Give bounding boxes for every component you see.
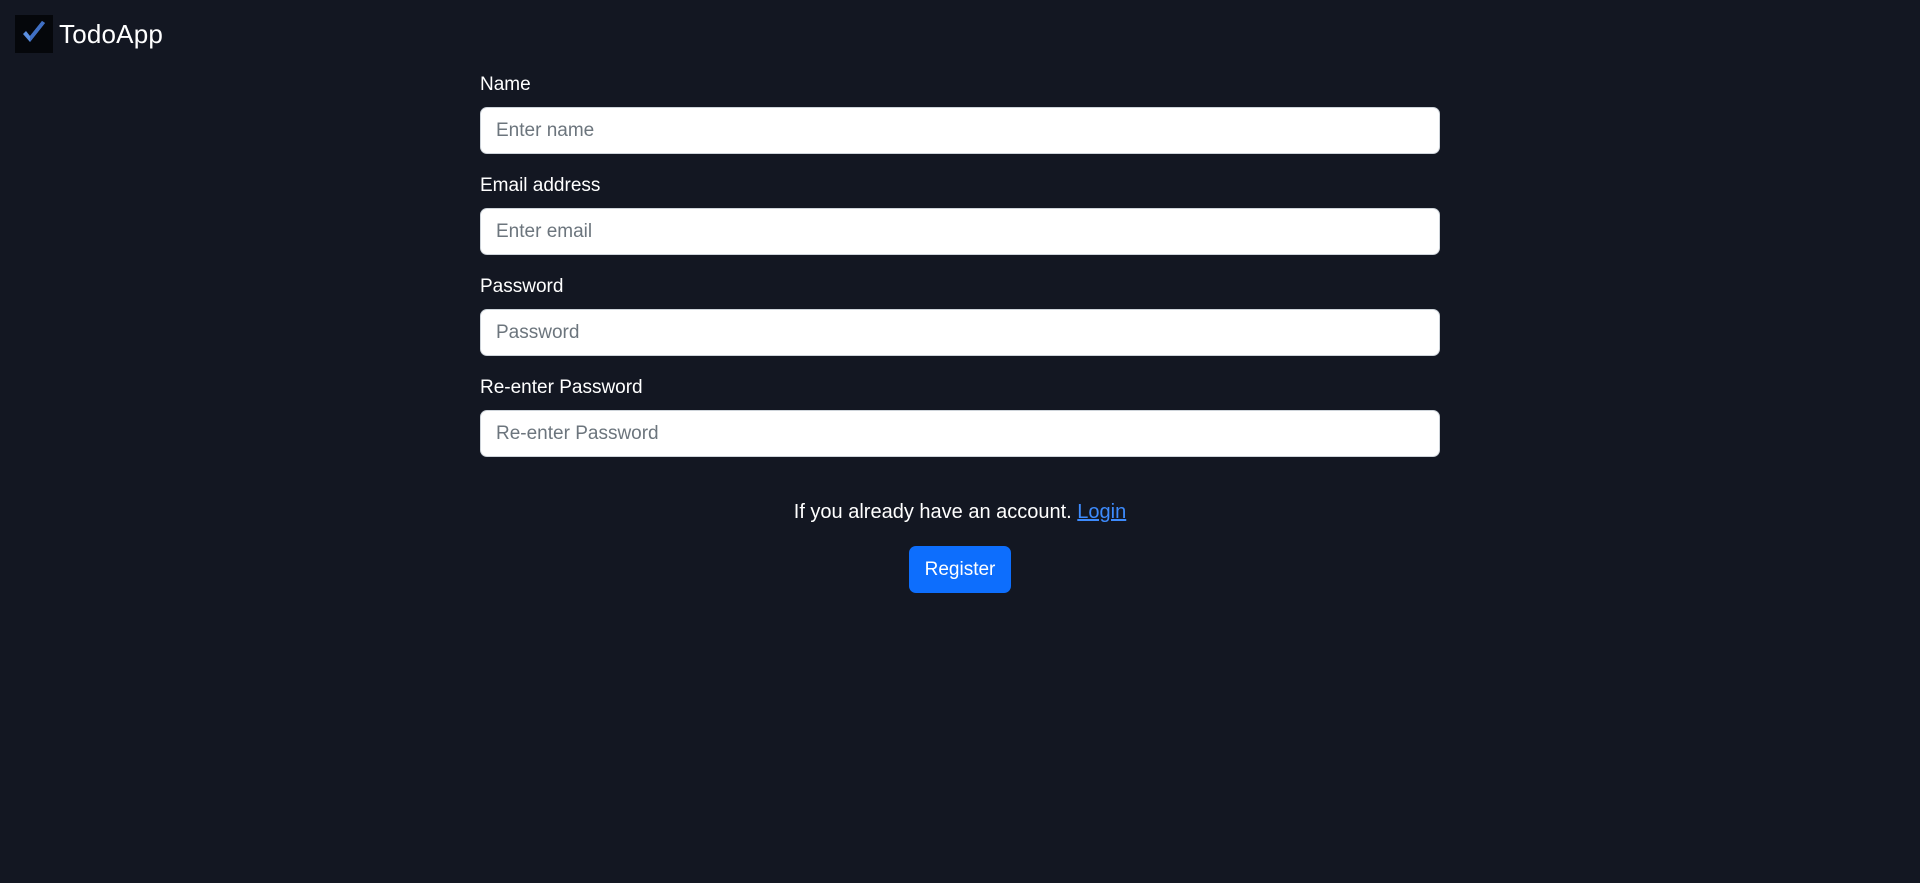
- email-input[interactable]: [480, 208, 1440, 255]
- login-link[interactable]: Login: [1077, 501, 1126, 523]
- register-button-wrapper: Register: [0, 546, 1920, 593]
- brand-name[interactable]: TodoApp: [59, 19, 163, 50]
- email-field-group: Email address: [480, 174, 1440, 255]
- password-label: Password: [480, 276, 564, 297]
- register-form: Name Email address Password Re-enter Pas…: [480, 70, 1440, 477]
- name-field-group: Name: [480, 73, 1440, 154]
- login-prompt: If you already have an account. Login: [0, 500, 1920, 524]
- password-field-group: Password: [480, 275, 1440, 356]
- navbar: TodoApp: [15, 15, 163, 53]
- register-button[interactable]: Register: [908, 546, 1012, 593]
- password-input[interactable]: [480, 309, 1440, 356]
- email-label: Email address: [480, 175, 601, 196]
- login-prompt-text: If you already have an account.: [793, 501, 1072, 523]
- reenter-password-field-group: Re-enter Password: [480, 376, 1440, 457]
- name-label: Name: [480, 74, 531, 95]
- checkmark-icon[interactable]: [15, 15, 53, 53]
- name-input[interactable]: [480, 107, 1440, 154]
- reenter-password-label: Re-enter Password: [480, 377, 643, 398]
- reenter-password-input[interactable]: [480, 410, 1440, 457]
